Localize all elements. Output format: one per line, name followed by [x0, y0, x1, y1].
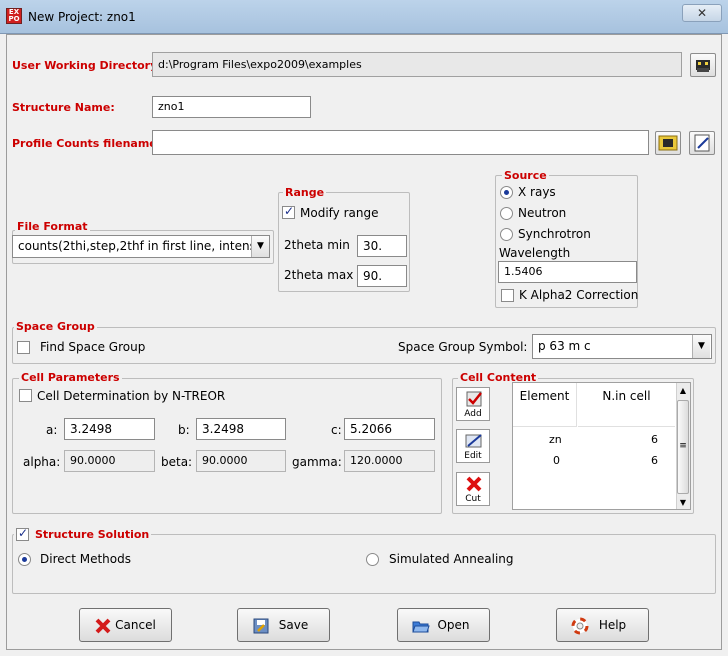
gamma-label: gamma: — [292, 455, 342, 469]
ntreor-label: Cell Determination by N-TREOR — [37, 389, 226, 403]
add-element-button[interactable]: Add — [456, 387, 490, 421]
find-space-group-label: Find Space Group — [40, 340, 146, 354]
theta-max-label: 2theta max — [284, 268, 354, 282]
space-group-symbol-value: p 63 m c — [538, 339, 591, 353]
structure-solution-checkbox[interactable] — [16, 526, 29, 541]
user-dir-field[interactable]: d:\Program Files\expo2009\examples — [152, 52, 682, 77]
close-button[interactable]: ✕ — [682, 4, 722, 22]
structure-name-input[interactable]: zno1 — [152, 96, 311, 118]
help-label: Help — [598, 618, 627, 632]
title-bar[interactable]: EX PO New Project: zno1 ✕ — [0, 0, 728, 34]
space-group-symbol-label: Space Group Symbol: — [398, 340, 528, 354]
cancel-button[interactable]: Cancel — [79, 608, 172, 642]
edit-label: Edit — [464, 451, 482, 461]
source-legend: Source — [502, 169, 549, 182]
source-neutron-label: Neutron — [518, 206, 567, 220]
scroll-grip-icon: ≡ — [679, 441, 687, 451]
kalpha-label: K Alpha2 Correction — [519, 288, 639, 302]
c-label: c: — [331, 423, 342, 437]
wavelength-label: Wavelength — [499, 246, 571, 260]
file-format-dropdown[interactable]: counts(2thi,step,2thf in first line, int… — [12, 235, 270, 258]
c-input[interactable]: 5.2066 — [344, 418, 435, 440]
open-button[interactable]: Open — [397, 608, 490, 642]
window-title: New Project: zno1 — [28, 10, 136, 24]
cut-label: Cut — [465, 494, 481, 504]
structure-solution-legend: Structure Solution — [33, 528, 152, 541]
chevron-down-icon[interactable]: ▼ — [251, 236, 269, 257]
scroll-up-icon[interactable]: ▲ — [677, 385, 689, 397]
cancel-label: Cancel — [115, 618, 156, 632]
alpha-label: alpha: — [23, 455, 61, 469]
table-cell-element: 0 — [553, 454, 560, 467]
theta-min-label: 2theta min — [284, 238, 350, 252]
profile-counts-input[interactable] — [152, 130, 649, 155]
modify-range-label: Modify range — [300, 206, 379, 220]
cell-params-legend: Cell Parameters — [19, 371, 122, 384]
file-format-legend: File Format — [15, 220, 90, 233]
simulated-annealing-label: Simulated Annealing — [389, 552, 514, 566]
alpha-field[interactable]: 90.0000 — [64, 450, 155, 472]
cut-element-button[interactable]: Cut — [456, 472, 490, 506]
ntreor-checkbox[interactable] — [19, 389, 32, 402]
range-legend: Range — [283, 186, 327, 199]
edit-icon — [694, 134, 710, 152]
a-input[interactable]: 3.2498 — [64, 418, 155, 440]
simulated-annealing-radio[interactable] — [366, 553, 379, 566]
source-synchrotron-radio[interactable] — [500, 228, 513, 241]
source-xrays-radio[interactable] — [500, 186, 513, 199]
theta-max-input[interactable]: 90. — [357, 265, 407, 287]
theta-min-input[interactable]: 30. — [357, 235, 407, 257]
beta-label: beta: — [161, 455, 193, 469]
a-label: a: — [46, 423, 58, 437]
browse-profile-button[interactable] — [655, 131, 681, 155]
gamma-field[interactable]: 120.0000 — [344, 450, 435, 472]
save-button[interactable]: Save — [237, 608, 330, 642]
chevron-down-icon[interactable]: ▼ — [692, 335, 710, 358]
table-cell-count: 6 — [651, 454, 658, 467]
edit-element-button[interactable]: Edit — [456, 429, 490, 463]
table-row[interactable]: zn 6 — [513, 433, 675, 449]
b-label: b: — [178, 423, 190, 437]
table-row[interactable]: 0 6 — [513, 454, 675, 470]
folder-icon — [658, 135, 678, 151]
source-xrays-label: X rays — [518, 185, 556, 199]
edit-profile-button[interactable] — [689, 131, 715, 155]
delete-icon — [466, 476, 482, 492]
kalpha-checkbox[interactable] — [501, 289, 514, 302]
table-header-count[interactable]: N.in cell — [578, 383, 675, 427]
add-label: Add — [464, 409, 482, 419]
user-dir-label: User Working Directory: — [12, 59, 162, 72]
structure-name-label: Structure Name: — [12, 101, 115, 114]
add-icon — [466, 391, 482, 407]
space-group-legend: Space Group — [14, 320, 97, 333]
file-format-value: counts(2thi,step,2thf in first line, int… — [18, 239, 268, 253]
help-button[interactable]: Help — [556, 608, 649, 642]
profile-counts-label: Profile Counts filename: — [12, 137, 162, 150]
table-cell-element: zn — [549, 433, 562, 446]
b-input[interactable]: 3.2498 — [196, 418, 286, 440]
table-cell-count: 6 — [651, 433, 658, 446]
wavelength-input[interactable]: 1.5406 — [498, 261, 637, 283]
direct-methods-label: Direct Methods — [40, 552, 132, 566]
modify-range-checkbox[interactable] — [282, 204, 295, 219]
space-group-symbol-dropdown[interactable]: p 63 m c — [532, 334, 712, 359]
app-icon: EX PO — [6, 8, 22, 24]
find-space-group-checkbox[interactable] — [17, 341, 30, 354]
folder-icon — [696, 60, 710, 72]
table-header-element[interactable]: Element — [513, 383, 577, 427]
beta-field[interactable]: 90.0000 — [196, 450, 286, 472]
save-label: Save — [278, 618, 309, 632]
scroll-down-icon[interactable]: ▼ — [677, 497, 689, 509]
open-label: Open — [437, 618, 470, 632]
browse-dir-button[interactable] — [690, 53, 716, 77]
source-neutron-radio[interactable] — [500, 207, 513, 220]
direct-methods-radio[interactable] — [18, 553, 31, 566]
edit-icon — [465, 434, 482, 448]
source-synchrotron-label: Synchrotron — [518, 227, 591, 241]
